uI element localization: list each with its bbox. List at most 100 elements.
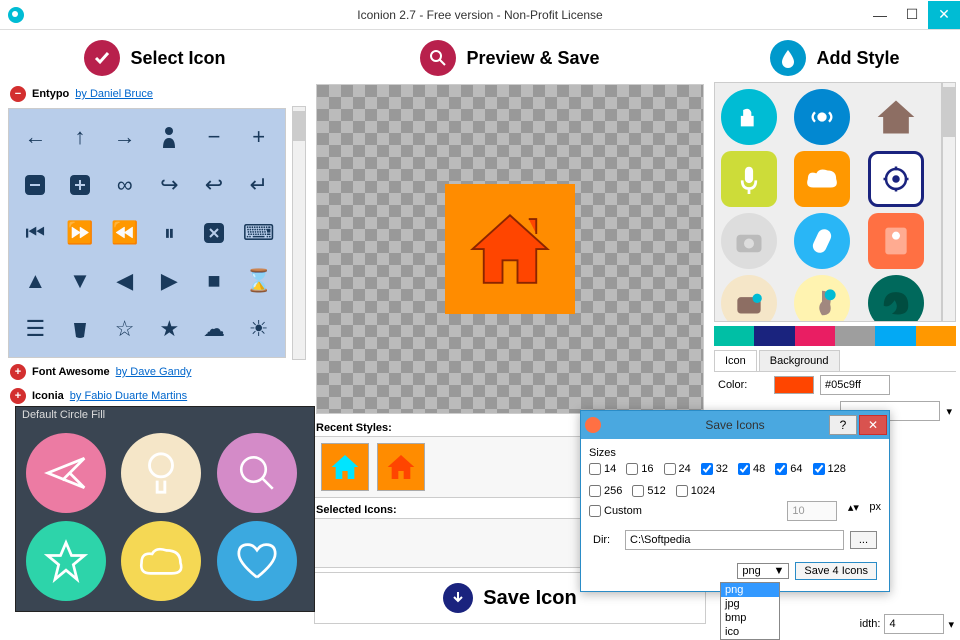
star-outline-icon[interactable]: ☆ <box>115 316 135 342</box>
format-option-ico[interactable]: ico <box>721 625 779 639</box>
color-swatch[interactable] <box>795 326 835 346</box>
minimize-button[interactable]: — <box>864 1 896 29</box>
style-preset[interactable] <box>721 151 777 207</box>
maximize-button[interactable]: ☐ <box>896 1 928 29</box>
close-button[interactable]: ✕ <box>928 1 960 29</box>
style-preset[interactable] <box>794 213 850 269</box>
hourglass-icon[interactable]: ⌛ <box>245 268 272 294</box>
iconset-author-link[interactable]: by Dave Gandy <box>116 366 192 378</box>
size-checkbox-14[interactable]: 14 <box>589 463 616 475</box>
style-preset[interactable] <box>794 275 850 322</box>
tooltip-sample <box>26 433 106 513</box>
color-hex-input[interactable] <box>820 375 890 395</box>
size-checkbox-48[interactable]: 48 <box>738 463 765 475</box>
minus-box-icon[interactable] <box>25 175 45 195</box>
save-icons-button[interactable]: Save 4 Icons <box>795 562 877 580</box>
arrow-left-icon[interactable]: ← <box>24 124 46 150</box>
skip-back-icon[interactable]: ⏮ <box>25 220 45 246</box>
custom-size-checkbox[interactable]: Custom <box>589 501 642 521</box>
fast-forward-icon[interactable]: ⏩ <box>66 220 93 246</box>
icon-grid-scrollbar[interactable] <box>292 106 306 360</box>
cloud-icon[interactable]: ☁ <box>203 316 225 342</box>
tab-background[interactable]: Background <box>759 350 840 371</box>
size-checkbox-16[interactable]: 16 <box>626 463 653 475</box>
style-preset[interactable] <box>868 89 924 145</box>
style-preset[interactable] <box>868 275 924 322</box>
rewind-icon[interactable]: ⏪ <box>111 220 138 246</box>
iconset-author-link[interactable]: by Fabio Duarte Martins <box>70 390 187 402</box>
size-checkbox-128[interactable]: 128 <box>813 463 846 475</box>
style-grid-scrollbar[interactable] <box>942 82 956 322</box>
tab-icon[interactable]: Icon <box>714 350 757 371</box>
color-preview-box[interactable] <box>774 376 814 394</box>
minus-icon[interactable]: − <box>208 124 221 150</box>
return-left-icon[interactable]: ↩ <box>205 172 223 198</box>
style-preset[interactable] <box>794 89 850 145</box>
stroke-width-row: idth: ▾ <box>860 614 954 634</box>
iconset-name: Entypo <box>32 88 69 100</box>
stop-icon[interactable]: ■ <box>207 268 220 294</box>
infinity-icon[interactable]: ∞ <box>117 172 133 198</box>
size-checkbox-256[interactable]: 256 <box>589 485 622 497</box>
arrow-up-icon[interactable]: ↑ <box>74 124 85 150</box>
size-checkbox-32[interactable]: 32 <box>701 463 728 475</box>
size-checkbox-512[interactable]: 512 <box>632 485 665 497</box>
browse-button[interactable]: ... <box>850 531 877 549</box>
format-option-png[interactable]: png <box>721 583 779 597</box>
width-input[interactable] <box>884 614 944 634</box>
iconset-fontawesome[interactable]: + Font Awesome by Dave Gandy <box>4 360 306 384</box>
plus-icon[interactable]: + <box>252 124 265 150</box>
iconset-iconia[interactable]: + Iconia by Fabio Duarte Martins <box>4 384 306 408</box>
style-tabs: Icon Background <box>714 350 956 372</box>
dir-input[interactable] <box>625 530 844 550</box>
style-preset[interactable] <box>794 151 850 207</box>
dialog-help-button[interactable]: ? <box>829 415 857 435</box>
return-right-icon[interactable]: ↪ <box>160 172 178 198</box>
arrow-right-icon[interactable]: → <box>114 124 136 150</box>
custom-size-input[interactable] <box>787 501 837 521</box>
style-preset[interactable] <box>868 213 924 269</box>
cup-icon[interactable] <box>71 319 89 339</box>
person-icon[interactable] <box>160 126 178 148</box>
triangle-down-icon[interactable]: ▼ <box>69 268 91 294</box>
save-icon-button[interactable]: Save Icon <box>483 587 576 610</box>
color-swatch[interactable] <box>875 326 915 346</box>
style-preset[interactable] <box>721 89 777 145</box>
star-icon[interactable]: ★ <box>159 316 179 342</box>
format-option-jpg[interactable]: jpg <box>721 597 779 611</box>
color-swatch[interactable] <box>916 326 956 346</box>
triangle-left-icon[interactable]: ◀ <box>116 268 133 294</box>
dialog-close-button[interactable]: ✕ <box>859 415 887 435</box>
close-box-icon[interactable] <box>204 223 224 243</box>
px-label: px <box>869 501 881 521</box>
color-swatch[interactable] <box>714 326 754 346</box>
style-preset-selected[interactable] <box>868 151 924 207</box>
size-checkbox-1024[interactable]: 1024 <box>676 485 715 497</box>
iconset-entypo[interactable]: − Entypo by Daniel Bruce <box>4 82 306 106</box>
color-field-row: Color: <box>714 372 956 398</box>
size-checkbox-64[interactable]: 64 <box>775 463 802 475</box>
pause-icon[interactable]: ⏸ <box>164 220 175 246</box>
menu-icon[interactable]: ☰ <box>25 316 45 342</box>
keyboard-icon[interactable]: ⌨ <box>243 220 275 246</box>
iconset-author-link[interactable]: by Daniel Bruce <box>75 88 153 100</box>
recent-style-item[interactable] <box>377 443 425 491</box>
collapse-icon[interactable]: − <box>10 86 26 102</box>
color-swatch[interactable] <box>835 326 875 346</box>
color-swatch[interactable] <box>754 326 794 346</box>
dialog-title: Save Icons <box>705 418 764 432</box>
recent-style-item[interactable] <box>321 443 369 491</box>
size-checkbox-24[interactable]: 24 <box>664 463 691 475</box>
expand-icon[interactable]: + <box>10 364 26 380</box>
style-preset[interactable] <box>721 275 777 322</box>
brightness-icon[interactable]: ☀ <box>249 316 269 342</box>
width-label: idth: <box>860 618 881 630</box>
triangle-right-icon[interactable]: ▶ <box>161 268 178 294</box>
format-option-bmp[interactable]: bmp <box>721 611 779 625</box>
style-preset[interactable] <box>721 213 777 269</box>
plus-box-icon[interactable] <box>70 175 90 195</box>
triangle-up-icon[interactable]: ▲ <box>24 268 46 294</box>
format-select[interactable]: png▼ <box>737 563 789 579</box>
newline-icon[interactable]: ↵ <box>249 172 267 198</box>
expand-icon[interactable]: + <box>10 388 26 404</box>
